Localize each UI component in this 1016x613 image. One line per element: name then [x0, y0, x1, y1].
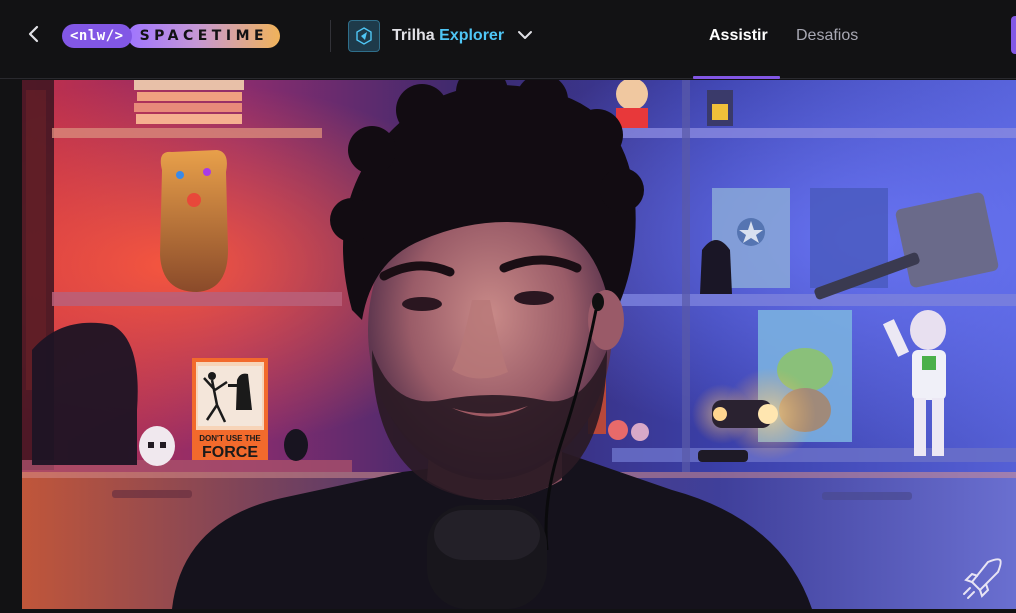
chevron-left-icon: [28, 25, 39, 43]
header-right-edge-button[interactable]: [1011, 16, 1016, 54]
tab-watch[interactable]: Assistir: [709, 26, 768, 46]
explorer-track-icon: [348, 20, 380, 52]
force-poster: DON'T USE THE FORCE: [192, 358, 268, 461]
logo-nlw-badge: <nlw/>: [62, 24, 132, 48]
microphone: [427, 505, 547, 609]
stormtrooper-helmet: [139, 426, 175, 466]
poster-line1: DON'T USE THE: [199, 434, 261, 443]
track-dropdown-button[interactable]: [514, 24, 536, 46]
nlw-spacetime-logo[interactable]: <nlw/> SPACETIME: [62, 23, 281, 49]
tab-challenges[interactable]: Desafios: [796, 26, 858, 46]
track-title-prefix: Trilha: [392, 27, 435, 44]
video-frame: DON'T USE THE FORCE: [22, 80, 1016, 609]
track-title[interactable]: Trilha Explorer: [392, 26, 504, 46]
track-title-name: Explorer: [439, 27, 505, 44]
bottom-strip: [0, 609, 1016, 613]
app-window: <nlw/> SPACETIME Trilha Explorer Assisti…: [0, 0, 1016, 613]
logo-spacetime-badge: SPACETIME: [127, 24, 281, 48]
mario-figure: [616, 80, 648, 128]
video-player[interactable]: DON'T USE THE FORCE: [22, 80, 1016, 609]
top-header: <nlw/> SPACETIME Trilha Explorer Assisti…: [0, 0, 1016, 79]
active-tab-indicator: [693, 76, 780, 79]
header-divider: [330, 20, 331, 52]
chevron-down-icon: [518, 31, 532, 39]
poster-line2: FORCE: [202, 444, 258, 461]
gauntlet-figure: [160, 150, 228, 292]
back-button[interactable]: [22, 22, 46, 46]
